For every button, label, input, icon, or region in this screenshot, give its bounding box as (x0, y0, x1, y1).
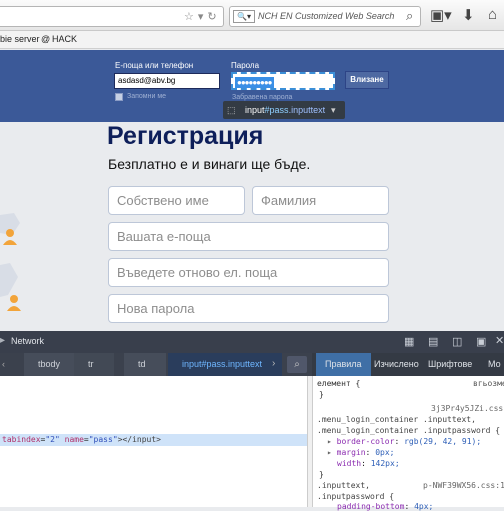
tooltip-label: input#pass.inputtext (245, 101, 325, 119)
breadcrumb-item[interactable]: tr (74, 353, 114, 376)
chevron-right-icon[interactable]: › (272, 358, 275, 369)
reg-email-field[interactable]: Вашата е-поща (108, 222, 389, 251)
search-icon[interactable]: ⌕ (406, 8, 413, 24)
address-bar-icons[interactable]: ☆▾↻ (184, 10, 221, 23)
dropdown-icon[interactable]: ▾ (198, 11, 208, 23)
world-map-graphic (0, 213, 21, 311)
person-icon (7, 295, 21, 311)
bookmark-item[interactable]: bie server (0, 34, 40, 44)
markup-line[interactable]: tabindex="2" name="pass"></input> (2, 435, 161, 444)
rule-source-link[interactable]: 3j3Pr4y5JZi.css:1 (431, 404, 504, 413)
css-declaration[interactable]: width: 142px; (337, 459, 400, 468)
tooltip-tag: input (245, 105, 265, 115)
search-placeholder: NCH EN Customized Web Search (258, 11, 395, 21)
tab-rules[interactable]: Правила (316, 353, 371, 376)
chevron-down-icon[interactable]: ▾ (331, 101, 336, 119)
last-name-field[interactable]: Фамилия (252, 186, 389, 215)
tab-network[interactable]: Network (11, 336, 44, 346)
tab-fonts[interactable]: Шрифтове (422, 353, 478, 376)
console-icon[interactable]: ▤ (428, 335, 438, 348)
password-field[interactable]: ●●●●●●●●● (231, 72, 335, 90)
first-name-field[interactable]: Собствено име (108, 186, 245, 215)
password-label: Парола (231, 61, 260, 70)
search-box[interactable]: 🔍▾ NCH EN Customized Web Search ⌕ (229, 6, 421, 27)
new-password-field[interactable]: Нова парола (108, 294, 389, 323)
password-dots: ●●●●●●●●● (235, 77, 274, 88)
remember-label: Запомни ме (127, 93, 167, 100)
element-source: вгьозмен (473, 379, 504, 388)
rule-source-link[interactable]: p-NWF39WX56.css:1 (423, 481, 504, 490)
login-button[interactable]: Влизане (345, 71, 389, 89)
element-rule[interactable]: елемент { (317, 379, 360, 388)
responsive-icon[interactable]: ▦ (404, 335, 414, 348)
home-icon[interactable]: ⌂ (488, 6, 497, 23)
markup-view: tabindex="2" name="pass"></input> (0, 376, 307, 507)
email-field[interactable]: asdasd@abv.bg (114, 73, 220, 89)
css-declaration[interactable]: ▸ margin: 0px; (327, 448, 394, 457)
download-icon[interactable]: ⬇ (462, 6, 475, 24)
browser-toolbar: ☆▾↻ 🔍▾ NCH EN Customized Web Search ⌕ ▣▾… (0, 0, 504, 31)
magnifier-box-icon[interactable]: 🔍▾ (233, 10, 255, 23)
breadcrumb-item-active[interactable]: input#pass.inputtext (168, 353, 283, 376)
bookmarks-bar: bie server @ HACK (0, 31, 504, 49)
email-label: Е-поща или телефон (115, 61, 194, 70)
tooltip-class: .inputtext (288, 105, 326, 115)
devtools-toolbar: ▸ Network ▦ ▤ ◫ ▣ ✕ (0, 331, 504, 353)
css-declaration[interactable]: ▸ border-color: rgb(29, 42, 91); (327, 437, 481, 446)
star-icon[interactable]: ☆ (184, 11, 198, 23)
forgot-password-link[interactable]: Забравена парола (232, 94, 292, 101)
tooltip-id: #pass (264, 105, 289, 115)
css-rules-panel: елемент { вгьозмен } 3j3Pr4y5JZi.css:1 .… (313, 376, 504, 511)
breadcrumb-item[interactable]: tbody (24, 353, 81, 376)
tab-more[interactable]: Мо (482, 353, 504, 376)
search-icon[interactable]: ⌕ (287, 356, 307, 373)
remember-checkbox[interactable] (115, 93, 123, 101)
rule-close: } (319, 470, 324, 479)
reg-email-confirm-field[interactable]: Въведете отново ел. поща (108, 258, 389, 287)
bookmark-icon: @ (41, 34, 51, 44)
rules-tabs: Правила Изчислено Шрифтове Мо (312, 353, 504, 376)
chevron-left-icon[interactable]: ‹ (2, 359, 5, 369)
close-icon[interactable]: ✕ (495, 334, 504, 347)
bookmark-item[interactable]: HACK (52, 34, 77, 44)
breadcrumb-item[interactable]: td (124, 353, 166, 376)
pick-element-icon: ⬚ (227, 105, 236, 115)
tab-computed[interactable]: Изчислено (368, 353, 425, 376)
network-icon: ▸ (0, 335, 6, 346)
rule-close: } (319, 390, 324, 399)
css-selector: .menu_login_container .inputtext, (317, 415, 476, 424)
page-title: Регистрация (107, 122, 264, 150)
css-selector: .menu_login_container .inputpassword { (317, 426, 501, 435)
bookmarks-menu-icon[interactable]: ▣▾ (430, 6, 452, 24)
dock-icon[interactable]: ▣ (476, 335, 486, 348)
reload-icon[interactable]: ↻ (207, 11, 220, 23)
page-subtitle: Безплатно е и винаги ще бъде. (108, 156, 311, 172)
screenshot-icon[interactable]: ◫ (452, 335, 462, 348)
css-selector: .inputpassword { (317, 492, 395, 501)
css-selector: .inputtext, (317, 481, 370, 490)
inspector-tooltip: ⬚ input#pass.inputtext ▾ (223, 101, 345, 119)
